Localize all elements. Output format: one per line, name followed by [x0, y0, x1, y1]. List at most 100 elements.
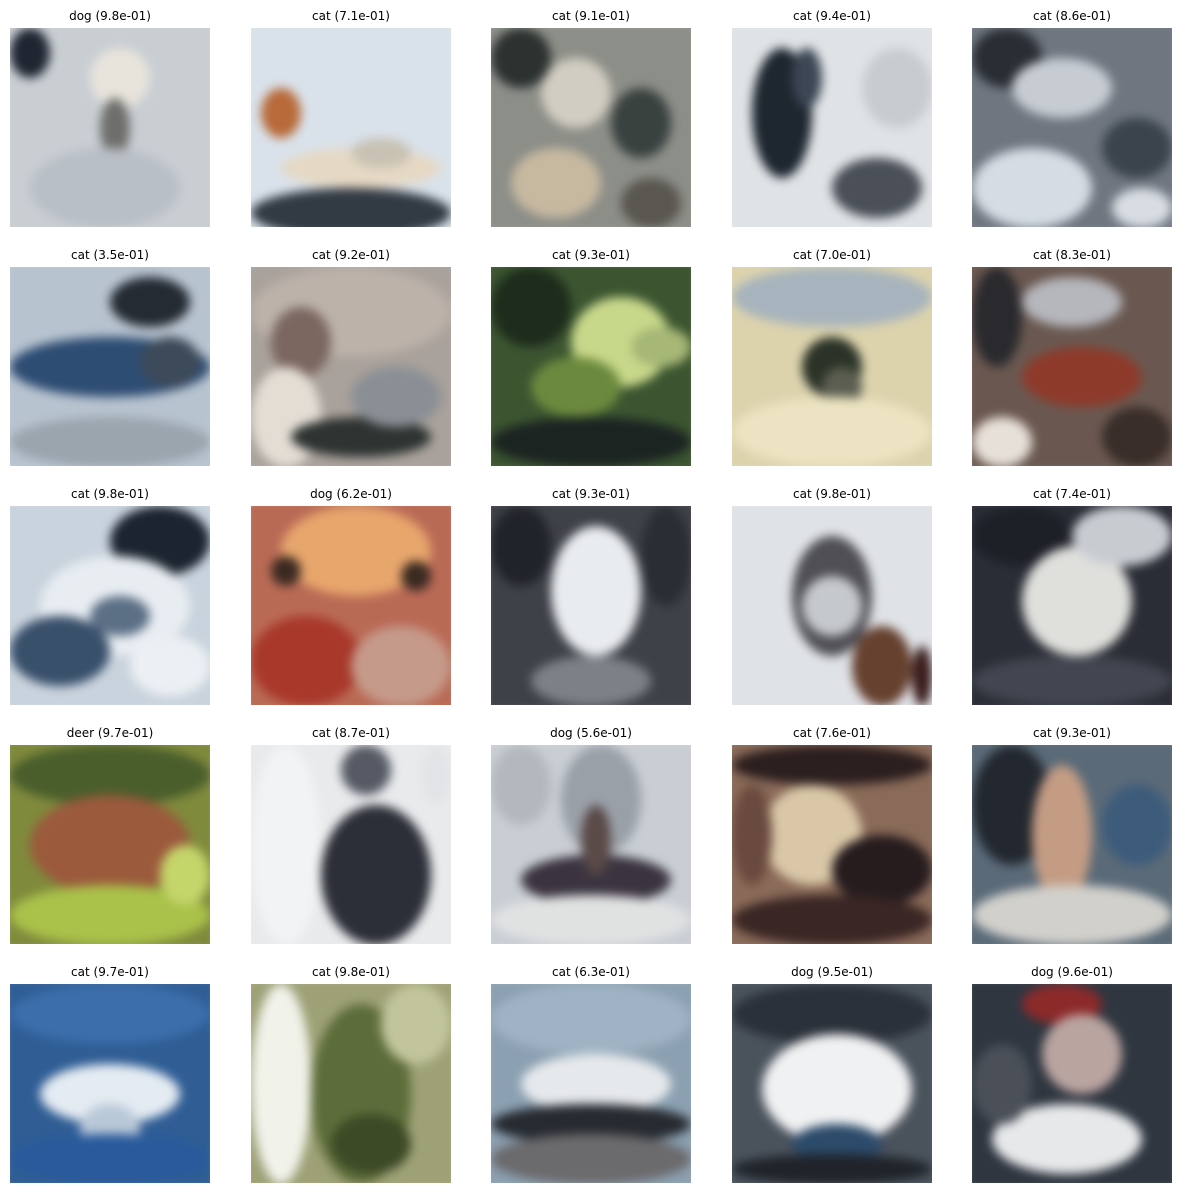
image-cell: cat (9.3e-01): [491, 247, 691, 467]
image-region: [130, 636, 210, 696]
image-pixels: [491, 506, 691, 705]
image-cell: cat (7.4e-01): [972, 486, 1172, 706]
image-cell: cat (8.7e-01): [251, 725, 451, 945]
image-region: [732, 745, 932, 785]
image-pixels: [491, 267, 691, 466]
image-region: [1032, 765, 1092, 905]
generated-image: [10, 267, 210, 466]
image-region: [1012, 58, 1112, 118]
generated-image: [491, 984, 691, 1183]
image-pixels: [10, 745, 210, 944]
generated-image: [732, 267, 932, 466]
image-pixels: [251, 745, 451, 944]
image-title: dog (9.6e-01): [1031, 965, 1113, 979]
image-region: [10, 28, 50, 78]
generated-image: [972, 745, 1172, 944]
generated-image: [732, 984, 932, 1183]
generated-image: [251, 984, 451, 1183]
image-region: [631, 327, 691, 367]
image-pixels: [10, 984, 210, 1183]
image-region: [401, 561, 431, 591]
image-cell: dog (6.2e-01): [251, 486, 451, 706]
generated-image: [972, 984, 1172, 1183]
image-region: [351, 138, 411, 168]
image-region: [251, 745, 321, 944]
image-title: deer (9.7e-01): [66, 726, 154, 740]
image-region: [491, 28, 551, 88]
image-region: [10, 984, 210, 1044]
generated-image: [251, 506, 451, 705]
image-pixels: [972, 984, 1172, 1183]
image-region: [491, 506, 551, 586]
image-title: cat (8.3e-01): [1033, 248, 1111, 262]
image-region: [251, 188, 451, 227]
image-title: cat (8.6e-01): [1033, 9, 1111, 23]
image-pixels: [732, 506, 932, 705]
image-region: [331, 1114, 411, 1174]
image-title: cat (7.6e-01): [793, 726, 871, 740]
image-region: [972, 267, 1022, 367]
generated-image: [732, 506, 932, 705]
image-region: [491, 984, 691, 1054]
image-region: [1102, 785, 1172, 865]
generated-image: [732, 745, 932, 944]
image-cell: cat (9.3e-01): [972, 725, 1172, 945]
image-region: [351, 626, 451, 705]
image-region: [541, 58, 611, 128]
image-region: [852, 626, 912, 705]
image-pixels: [972, 506, 1172, 705]
image-region: [10, 417, 210, 466]
image-grid: dog (9.8e-01) cat (7.1e-01) cat (9.1e-01) c…: [0, 0, 1181, 1193]
image-region: [1042, 1014, 1122, 1094]
image-cell: cat (8.3e-01): [972, 247, 1172, 467]
image-cell: cat (7.1e-01): [251, 8, 451, 228]
image-title: dog (5.6e-01): [550, 726, 632, 740]
image-pixels: [251, 506, 451, 705]
image-region: [972, 656, 1172, 705]
image-region: [1102, 407, 1172, 466]
image-region: [732, 1154, 932, 1183]
image-cell: deer (9.7e-01): [10, 725, 210, 945]
image-region: [341, 745, 391, 795]
image-cell: cat (3.5e-01): [10, 247, 210, 467]
image-region: [581, 805, 611, 875]
image-cell: dog (9.6e-01): [972, 964, 1172, 1184]
image-pixels: [251, 267, 451, 466]
image-title: cat (9.8e-01): [312, 965, 390, 979]
image-region: [912, 646, 932, 705]
image-region: [1022, 277, 1122, 327]
image-title: cat (9.3e-01): [552, 487, 630, 501]
image-cell: dog (9.5e-01): [732, 964, 932, 1184]
image-cell: cat (9.4e-01): [732, 8, 932, 228]
image-title: dog (9.8e-01): [69, 9, 151, 23]
generated-image: [251, 745, 451, 944]
image-region: [732, 397, 932, 466]
image-title: cat (9.4e-01): [793, 9, 871, 23]
image-title: cat (9.8e-01): [793, 487, 871, 501]
generated-image: [491, 267, 691, 466]
image-region: [381, 984, 451, 1064]
image-pixels: [732, 267, 932, 466]
image-title: cat (7.0e-01): [793, 248, 871, 262]
image-region: [611, 88, 671, 158]
image-region: [491, 267, 571, 347]
image-region: [802, 576, 862, 636]
image-pixels: [251, 984, 451, 1183]
image-cell: cat (9.1e-01): [491, 8, 691, 228]
generated-image: [491, 28, 691, 227]
image-cell: cat (6.3e-01): [491, 964, 691, 1184]
image-region: [732, 895, 932, 944]
image-region: [110, 277, 190, 327]
image-cell: dog (9.8e-01): [10, 8, 210, 228]
image-region: [90, 596, 150, 636]
image-region: [792, 48, 822, 108]
generated-image: [10, 28, 210, 227]
image-title: cat (9.8e-01): [71, 487, 149, 501]
image-cell: cat (9.3e-01): [491, 486, 691, 706]
image-title: cat (9.3e-01): [1033, 726, 1111, 740]
image-title: cat (9.7e-01): [71, 965, 149, 979]
image-title: cat (9.2e-01): [312, 248, 390, 262]
image-cell: cat (9.8e-01): [732, 486, 932, 706]
image-cell: cat (7.6e-01): [732, 725, 932, 945]
image-title: cat (3.5e-01): [71, 248, 149, 262]
